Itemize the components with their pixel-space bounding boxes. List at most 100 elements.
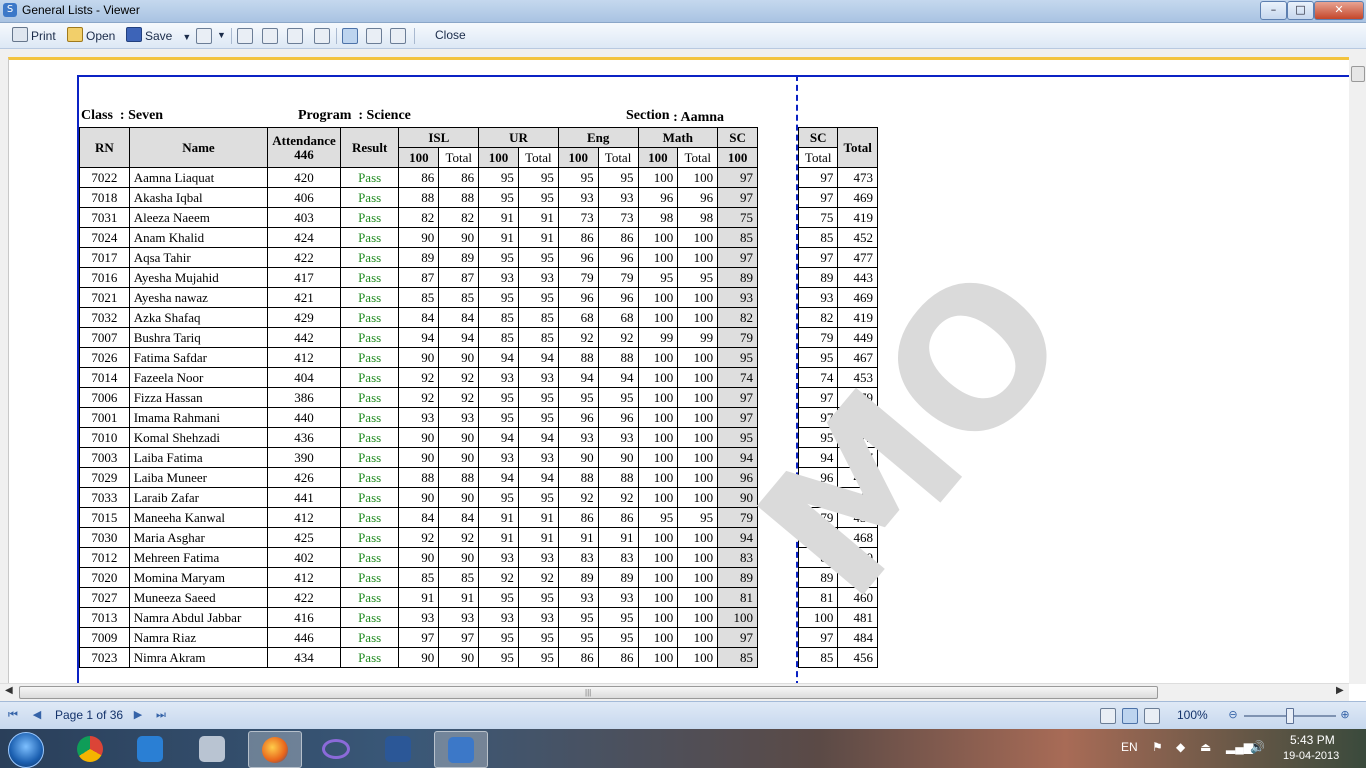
cell-ur-mark: 93 <box>478 547 519 568</box>
flag-icon[interactable]: ⚑ <box>1152 740 1163 754</box>
cell-eng-mark: 93 <box>557 427 599 448</box>
cell-eng-total: 94 <box>597 367 639 388</box>
page-indicator[interactable]: Page 1 of 36 <box>55 708 123 722</box>
cell-isl-mark: 90 <box>398 447 440 468</box>
clock-date[interactable]: 19-04-2013 <box>1283 750 1339 762</box>
single-page-layout-icon[interactable] <box>1100 708 1116 724</box>
calculator-icon[interactable] <box>186 731 238 766</box>
cell-name: Fizza Hassan <box>128 387 269 408</box>
cell-isl-total: 94 <box>438 327 480 348</box>
network-icon[interactable]: ◆ <box>1176 740 1185 754</box>
print-label: Print <box>31 29 56 43</box>
minimize-button[interactable]: – <box>1260 1 1287 20</box>
volume-icon[interactable]: 🔊 <box>1250 740 1265 754</box>
report-viewer: Class : Seven Program : Science Section … <box>0 49 1366 687</box>
first-page-icon[interactable]: ⏮ <box>6 708 20 722</box>
cell-ur-total: 93 <box>517 607 559 628</box>
cell-isl-total: 90 <box>438 547 480 568</box>
cell-name: Muneeza Saeed <box>128 587 269 608</box>
cell-rn: 7003 <box>79 447 130 468</box>
cell-ur-mark: 93 <box>478 367 519 388</box>
cell-isl-mark: 85 <box>398 287 440 308</box>
previous-page-icon[interactable]: ◀ <box>30 708 44 722</box>
language-indicator[interactable]: EN <box>1121 740 1138 754</box>
cell-math-mark: 100 <box>637 627 679 648</box>
vertical-scroll-thumb[interactable] <box>1351 66 1365 82</box>
cell-rn: 7024 <box>79 227 130 248</box>
cell-sc-mark: 90 <box>717 487 758 508</box>
teamviewer-icon[interactable] <box>124 731 176 766</box>
export-icon[interactable] <box>196 28 212 44</box>
class-header: Class : Seven <box>81 108 163 124</box>
table-row: 7018 Akasha Iqbal 406 Pass 88 88 95 95 93 93 96 96 9… <box>79 187 758 208</box>
cell-isl-mark: 93 <box>398 607 440 628</box>
word-icon[interactable] <box>372 731 424 766</box>
bookmarks-icon[interactable] <box>287 28 303 44</box>
table-row: 7033 Laraib Zafar 441 Pass 90 90 95 95 92 92 100 10… <box>79 487 758 508</box>
program-label: Program <box>298 108 352 123</box>
isl-max: 100 <box>398 147 440 168</box>
cell-name: Laraib Zafar <box>128 487 269 508</box>
cell-sc-total: 89 <box>797 567 839 588</box>
multi-page-view-icon[interactable] <box>390 28 406 44</box>
cell-sc-total: 94 <box>797 527 839 548</box>
cell-math-mark: 100 <box>637 467 679 488</box>
cell-isl-total: 90 <box>438 487 480 508</box>
cell-attendance: 404 <box>267 367 341 388</box>
firefox-icon[interactable] <box>248 731 302 768</box>
table-row: 93 469 <box>797 287 878 308</box>
help-icon[interactable] <box>262 28 278 44</box>
cell-eng-mark: 95 <box>557 167 599 188</box>
cell-eng-total: 96 <box>597 407 639 428</box>
cell-eng-total: 95 <box>597 607 639 628</box>
next-page-icon[interactable]: ▶ <box>131 708 145 722</box>
cell-rn: 7033 <box>79 487 130 508</box>
multi-page-layout-icon[interactable] <box>1144 708 1160 724</box>
scroll-right-arrow-icon[interactable]: ▶ <box>1336 685 1344 696</box>
zoom-slider-thumb[interactable] <box>1286 708 1294 724</box>
table-row: 7001 Imama Rahmani 440 Pass 93 93 95 95 96 96 100 1… <box>79 407 758 428</box>
horizontal-scrollbar[interactable]: ◀ ||| ▶ <box>0 683 1349 701</box>
find-binoculars-icon[interactable] <box>314 28 330 44</box>
zoom-out-icon[interactable]: ⊖ <box>1226 708 1240 722</box>
cell-isl-mark: 90 <box>398 227 440 248</box>
cell-sc-mark: 75 <box>717 207 758 228</box>
continuous-view-icon[interactable] <box>366 28 382 44</box>
last-page-icon[interactable]: ⏭ <box>154 708 168 722</box>
cell-sc-total: 81 <box>797 587 839 608</box>
single-page-view-icon[interactable] <box>342 28 358 44</box>
cell-math-mark: 100 <box>637 307 679 328</box>
chevron-down-icon[interactable]: ▼ <box>182 32 191 42</box>
table-row: 94 468 <box>797 527 878 548</box>
cell-ur-total: 95 <box>517 647 559 668</box>
viewer-app-icon[interactable] <box>434 731 488 768</box>
open-button[interactable]: Open <box>67 27 115 44</box>
cell-name: Laiba Muneer <box>128 467 269 488</box>
usb-icon[interactable]: ⏏ <box>1200 740 1211 754</box>
sc-max: 100 <box>717 147 758 168</box>
window-close-button[interactable]: ✕ <box>1314 1 1364 20</box>
export-dropdown-icon[interactable]: ▼ <box>217 27 226 44</box>
cell-name: Laiba Fatima <box>128 447 269 468</box>
cell-rn: 7021 <box>79 287 130 308</box>
page-setup-icon[interactable] <box>237 28 253 44</box>
zoom-in-icon[interactable]: ⊕ <box>1338 708 1352 722</box>
signal-icon[interactable]: ▂▄▆ <box>1226 740 1253 754</box>
start-button[interactable] <box>8 732 44 768</box>
cell-result: Pass <box>339 407 400 428</box>
scroll-left-arrow-icon[interactable]: ◀ <box>5 685 13 696</box>
cell-math-total: 100 <box>677 167 719 188</box>
print-button[interactable]: Print <box>12 27 56 44</box>
clock-time[interactable]: 5:43 PM <box>1290 733 1335 747</box>
maximize-button[interactable]: □ <box>1287 1 1314 20</box>
close-button[interactable]: Close <box>435 27 466 44</box>
cell-isl-mark: 92 <box>398 367 440 388</box>
vertical-scrollbar[interactable] <box>1349 57 1366 684</box>
chrome-icon[interactable] <box>64 731 116 766</box>
infinity-app-icon[interactable] <box>310 731 362 766</box>
save-button[interactable]: Save ▼ <box>126 27 191 44</box>
cell-ur-total: 95 <box>517 627 559 648</box>
cell-isl-mark: 84 <box>398 307 440 328</box>
cell-sc-total: 94 <box>797 447 839 468</box>
two-page-layout-icon[interactable] <box>1122 708 1138 724</box>
